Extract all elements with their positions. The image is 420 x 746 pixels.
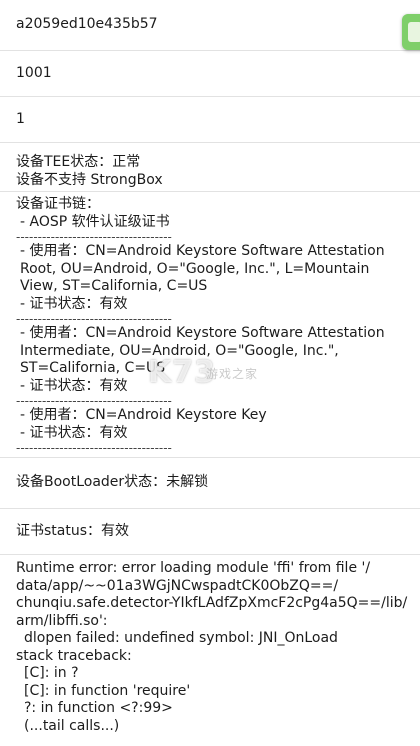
cert-status-row: 证书status：有效 <box>0 509 420 555</box>
traceback-line: ?: in function <?:99> <box>24 700 173 716</box>
cert-status-root: - 证书状态：有效 <box>20 295 128 312</box>
cert-subject-intermediate: - 使用者：CN=Android Keystore Software Attes… <box>20 325 385 376</box>
error-line: arm/libffi.so': <box>16 612 108 629</box>
strongbox-text: 设备不支持 StrongBox <box>16 171 163 188</box>
error-line: Runtime error: error loading module 'ffi… <box>16 560 371 576</box>
cert-subject-key: - 使用者：CN=Android Keystore Key <box>20 407 267 423</box>
value-1001-text: 1001 <box>16 64 52 81</box>
traceback-line: [C]: in function 'require' <box>24 682 191 699</box>
cert-status-key: - 证书状态：有效 <box>20 424 128 441</box>
traceback-line: [C]: in ? <box>24 665 79 681</box>
error-line: chunqiu.safe.detector-YIkfLAdfZpXmcF2cPg… <box>16 595 408 611</box>
floating-app-button[interactable] <box>402 14 420 50</box>
cert-chain-title: 设备证书链： <box>16 196 100 212</box>
cert-status-intermediate: - 证书状态：有效 <box>20 377 128 394</box>
cert-chain-row: 设备证书链： - AOSP 软件认证级证书 ------------------… <box>0 192 420 458</box>
error-line: data/app/~~01a3WGjNCwspadtCK0ObZQ==/ <box>16 577 339 594</box>
error-line: stack traceback: <box>16 647 132 664</box>
aosp-cert-line: - AOSP 软件认证级证书 <box>20 213 170 230</box>
cert-status-text: 证书status：有效 <box>16 522 130 539</box>
value-1-row: 1 <box>0 97 420 143</box>
runtime-error-row: Runtime error: error loading module 'ffi… <box>0 555 420 735</box>
value-1001-row: 1001 <box>0 51 420 97</box>
tee-status-text: 设备TEE状态：正常 <box>16 154 141 170</box>
error-line: dlopen failed: undefined symbol: JNI_OnL… <box>24 630 338 646</box>
divider-dashes: ------------------------------------ <box>16 313 172 325</box>
device-id-row: a2059ed10e435b57 <box>0 0 420 51</box>
cert-subject-root: - 使用者：CN=Android Keystore Software Attes… <box>20 243 385 294</box>
traceback-line: (...tail calls...) <box>24 717 120 734</box>
bootloader-text: 设备BootLoader状态：未解锁 <box>16 474 209 491</box>
device-id-text: a2059ed10e435b57 <box>16 16 158 33</box>
divider-dashes: ------------------------------------ <box>16 395 172 407</box>
divider-dashes: ------------------------------------ <box>16 231 172 243</box>
divider-dashes: ------------------------------------ <box>16 442 172 454</box>
value-1-text: 1 <box>16 110 25 127</box>
tee-status-row: 设备TEE状态：正常 设备不支持 StrongBox <box>0 143 420 192</box>
bootloader-row: 设备BootLoader状态：未解锁 <box>0 458 420 509</box>
phone-icon <box>408 22 420 42</box>
